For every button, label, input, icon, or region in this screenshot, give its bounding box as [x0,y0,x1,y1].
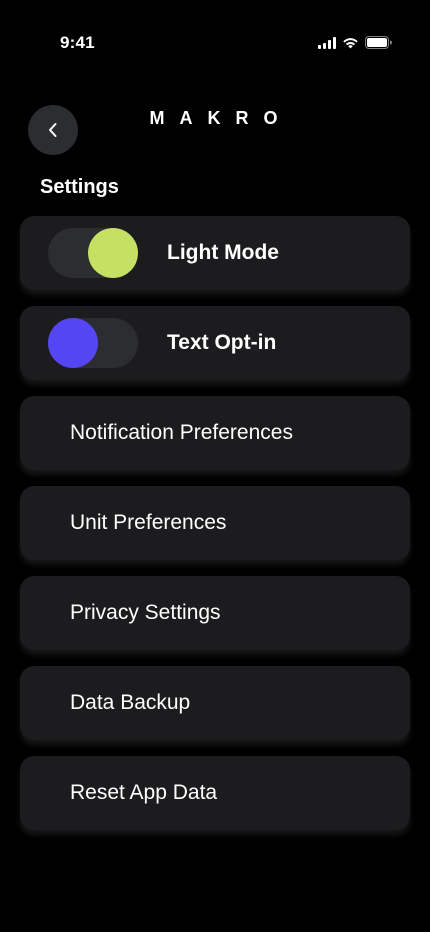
reset-app-data-item[interactable]: Reset App Data [20,756,410,830]
status-time: 9:41 [60,33,95,52]
settings-list: Light Mode Text Opt-in Notification Pref… [20,216,410,846]
toggle-knob [88,228,138,278]
light-mode-label: Light Mode [167,241,279,264]
menu-item-label: Privacy Settings [70,601,221,624]
unit-preferences-item[interactable]: Unit Preferences [20,486,410,560]
text-opt-in-row[interactable]: Text Opt-in [20,306,410,380]
toggle-knob [48,318,98,368]
light-mode-toggle[interactable] [48,228,138,278]
menu-item-label: Data Backup [70,691,191,714]
data-backup-item[interactable]: Data Backup [20,666,410,740]
notification-preferences-item[interactable]: Notification Preferences [20,396,410,470]
text-opt-in-toggle[interactable] [48,318,138,368]
page-title: Settings [40,176,119,198]
menu-item-label: Unit Preferences [70,511,227,534]
brand-logo-text: MAKRO [149,108,293,128]
menu-item-label: Reset App Data [70,781,218,804]
text-opt-in-label: Text Opt-in [167,331,277,354]
light-mode-row[interactable]: Light Mode [20,216,410,290]
battery-icon [365,36,392,49]
menu-item-label: Notification Preferences [70,421,293,444]
settings-screen: 9:41 MAKRO Settings Light Mode Text Opt-… [0,0,430,932]
status-bar: 9:41 [0,0,430,86]
cellular-signal-icon [318,36,336,49]
privacy-settings-item[interactable]: Privacy Settings [20,576,410,650]
wifi-icon [342,37,359,49]
status-icons [318,36,392,49]
